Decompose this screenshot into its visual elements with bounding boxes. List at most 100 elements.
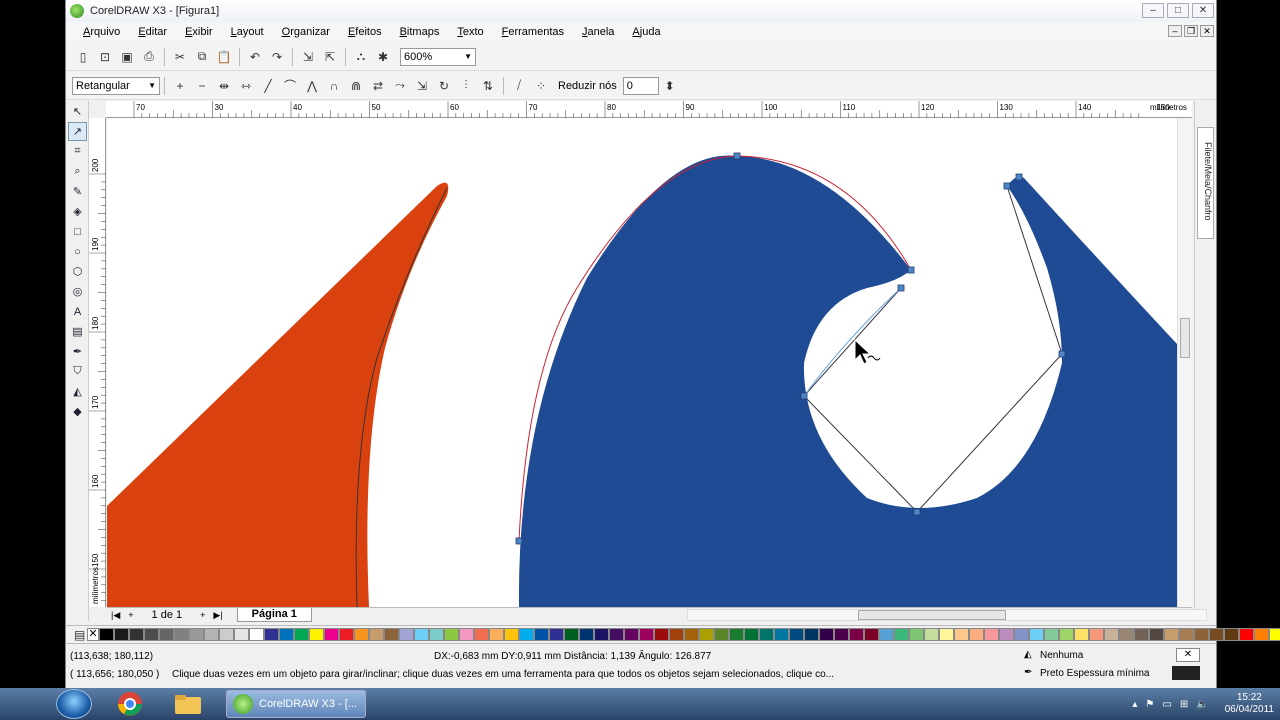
color-swatch[interactable] bbox=[323, 628, 339, 641]
to-line-icon[interactable]: ╱ bbox=[259, 77, 277, 95]
horizontal-scrollbar[interactable] bbox=[687, 609, 1207, 621]
color-swatch[interactable] bbox=[293, 628, 309, 641]
reflect-nodes-icon[interactable]: ⇅ bbox=[479, 77, 497, 95]
redo-icon[interactable]: ↷ bbox=[268, 48, 286, 66]
freehand-tool-icon[interactable]: ✎ bbox=[68, 182, 87, 201]
docker-tab-fillet[interactable]: Filete/Meia/Chanfro bbox=[1197, 127, 1214, 239]
color-swatch[interactable] bbox=[518, 628, 534, 641]
color-swatch[interactable] bbox=[503, 628, 519, 641]
zoom-tool-icon[interactable]: ⌕ bbox=[68, 162, 87, 181]
color-swatch[interactable] bbox=[863, 628, 879, 641]
color-swatch[interactable] bbox=[158, 628, 174, 641]
color-swatch[interactable] bbox=[1028, 628, 1044, 641]
polygon-tool-icon[interactable]: ⬡ bbox=[68, 262, 87, 281]
doc-restore-button[interactable]: ❐ bbox=[1184, 25, 1198, 37]
color-swatch[interactable] bbox=[998, 628, 1014, 641]
color-swatch[interactable] bbox=[263, 628, 279, 641]
interactive-blend-tool-icon[interactable]: ▤ bbox=[68, 322, 87, 341]
menu-bitmaps[interactable]: Bitmaps bbox=[391, 26, 449, 38]
color-swatch[interactable] bbox=[1043, 628, 1059, 641]
color-swatch[interactable] bbox=[728, 628, 744, 641]
outline-swatch[interactable] bbox=[1172, 666, 1200, 680]
color-swatch[interactable] bbox=[1238, 628, 1254, 641]
color-swatch[interactable] bbox=[1133, 628, 1149, 641]
horizontal-ruler[interactable]: 70 30 40 50 60 70 80 90 100 110 120 130 140 150 milíme… bbox=[106, 101, 1192, 118]
color-swatch[interactable] bbox=[683, 628, 699, 641]
export-icon[interactable]: ⇱ bbox=[321, 48, 339, 66]
color-swatch[interactable] bbox=[698, 628, 714, 641]
crop-tool-icon[interactable]: ⌗ bbox=[68, 142, 87, 161]
fill-tool-icon[interactable]: ◭ bbox=[68, 382, 87, 401]
color-swatch[interactable] bbox=[548, 628, 564, 641]
display-icon[interactable]: ▭ bbox=[1162, 699, 1171, 710]
color-swatch[interactable] bbox=[668, 628, 684, 641]
color-swatch[interactable] bbox=[473, 628, 489, 641]
color-swatch[interactable] bbox=[278, 628, 294, 641]
color-swatch[interactable] bbox=[1253, 628, 1269, 641]
new-document-icon[interactable]: ▯ bbox=[74, 48, 92, 66]
volume-icon[interactable]: 🔈 bbox=[1196, 699, 1208, 710]
color-swatch[interactable] bbox=[758, 628, 774, 641]
color-swatch[interactable] bbox=[413, 628, 429, 641]
add-node-icon[interactable]: + bbox=[171, 77, 189, 95]
join-nodes-icon[interactable]: ⇹ bbox=[215, 77, 233, 95]
color-swatch[interactable] bbox=[1013, 628, 1029, 641]
explorer-folder-icon[interactable] bbox=[168, 689, 208, 719]
color-swatch[interactable] bbox=[953, 628, 969, 641]
color-swatch[interactable] bbox=[1118, 628, 1134, 641]
palette-menu-icon[interactable]: ▤ bbox=[74, 626, 85, 644]
add-page-after-icon[interactable]: + bbox=[196, 610, 209, 620]
color-swatch[interactable] bbox=[803, 628, 819, 641]
color-swatch[interactable] bbox=[923, 628, 939, 641]
color-swatch[interactable] bbox=[1148, 628, 1164, 641]
color-swatch[interactable] bbox=[1178, 628, 1194, 641]
undo-icon[interactable]: ↶ bbox=[246, 48, 264, 66]
network-icon[interactable]: ⊞ bbox=[1180, 699, 1188, 710]
print-icon[interactable]: ⎙ bbox=[140, 48, 158, 66]
color-swatch[interactable] bbox=[713, 628, 729, 641]
color-swatch[interactable] bbox=[98, 628, 114, 641]
color-swatch[interactable] bbox=[833, 628, 849, 641]
color-swatch[interactable] bbox=[818, 628, 834, 641]
selection-mode-select[interactable]: Retangular ▼ bbox=[72, 76, 160, 95]
rotate-nodes-icon[interactable]: ↻ bbox=[435, 77, 453, 95]
menu-exibir[interactable]: Exibir bbox=[176, 26, 222, 38]
elastic-mode-icon[interactable]: ⧸ bbox=[510, 77, 528, 95]
color-swatch[interactable] bbox=[983, 628, 999, 641]
color-swatch[interactable] bbox=[383, 628, 399, 641]
add-page-before-icon[interactable]: + bbox=[124, 610, 137, 620]
color-swatch[interactable] bbox=[428, 628, 444, 641]
blue-wave-shape[interactable] bbox=[518, 155, 1177, 607]
doc-minimize-button[interactable]: – bbox=[1168, 25, 1182, 37]
vertical-ruler[interactable]: 200 190 180 170 160 150 milímetros bbox=[89, 118, 106, 607]
color-swatch[interactable] bbox=[248, 628, 264, 641]
color-swatch[interactable] bbox=[443, 628, 459, 641]
taskbar-coreldraw-button[interactable]: CorelDRAW X3 - [... bbox=[226, 690, 366, 718]
color-swatch[interactable] bbox=[1073, 628, 1089, 641]
color-swatch[interactable] bbox=[353, 628, 369, 641]
corel-online-icon[interactable]: ✱ bbox=[374, 48, 392, 66]
color-swatch[interactable] bbox=[968, 628, 984, 641]
stretch-nodes-icon[interactable]: ⇲ bbox=[413, 77, 431, 95]
pick-tool-icon[interactable]: ↖ bbox=[68, 102, 87, 121]
chrome-icon[interactable] bbox=[110, 689, 150, 719]
drawing-canvas[interactable] bbox=[107, 118, 1177, 607]
color-swatch[interactable] bbox=[938, 628, 954, 641]
color-swatch[interactable] bbox=[1058, 628, 1074, 641]
page-tab[interactable]: Página 1 bbox=[236, 608, 312, 622]
paste-icon[interactable]: 📋 bbox=[215, 48, 233, 66]
color-swatch[interactable] bbox=[593, 628, 609, 641]
vertical-scrollbar[interactable] bbox=[1177, 118, 1192, 607]
reverse-direction-icon[interactable]: ⇄ bbox=[369, 77, 387, 95]
color-swatch[interactable] bbox=[398, 628, 414, 641]
maximize-button[interactable]: □ bbox=[1167, 3, 1189, 18]
minimize-button[interactable]: – bbox=[1142, 3, 1164, 18]
color-swatch[interactable] bbox=[908, 628, 924, 641]
menu-texto[interactable]: Texto bbox=[448, 26, 492, 38]
color-swatch[interactable] bbox=[128, 628, 144, 641]
import-icon[interactable]: ⇲ bbox=[299, 48, 317, 66]
color-swatch[interactable] bbox=[653, 628, 669, 641]
extend-curve-icon[interactable]: ⤳ bbox=[391, 77, 409, 95]
color-swatch[interactable] bbox=[368, 628, 384, 641]
basic-shapes-tool-icon[interactable]: ◎ bbox=[68, 282, 87, 301]
